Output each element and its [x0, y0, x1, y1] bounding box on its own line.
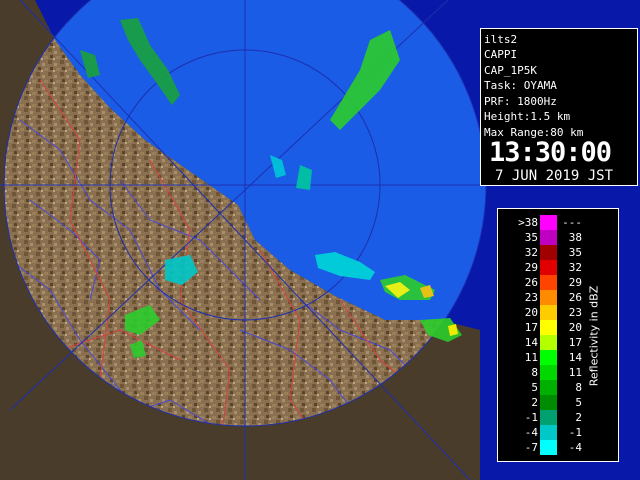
legend-color-swatch — [540, 290, 557, 305]
legend-lower-bound: 32 — [524, 246, 538, 259]
legend-row: -4 -1 — [498, 425, 618, 440]
legend-upper-bound: -4 — [568, 441, 582, 454]
legend-color-swatch — [540, 230, 557, 245]
legend-unit-label: Reflectivity in dBZ — [587, 285, 601, 387]
legend-color-swatch — [540, 305, 557, 320]
legend-color-swatch — [540, 395, 557, 410]
legend-color-swatch — [540, 365, 557, 380]
legend-lower-bound: 17 — [524, 321, 538, 334]
site-name: ilts2 — [484, 33, 518, 46]
legend-upper-bound: -1 — [568, 426, 582, 439]
legend-lower-bound: 23 — [524, 291, 538, 304]
legend-lower-bound: 5 — [531, 381, 538, 394]
legend-color-swatch — [540, 350, 557, 365]
legend-upper-bound: 2 — [575, 411, 582, 424]
legend-row: -7 -4 — [498, 440, 618, 455]
legend-lower-bound: 35 — [524, 231, 538, 244]
legend-lower-bound: -1 — [524, 411, 538, 424]
observation-time: 13:30:00 — [489, 137, 612, 168]
legend-upper-bound: 38 — [568, 231, 582, 244]
legend-upper-bound: 32 — [568, 261, 582, 274]
legend-upper-bound: 5 — [575, 396, 582, 409]
legend-upper-bound: 26 — [568, 291, 582, 304]
color-legend: >38 --- 35 38 32 35 29 32 26 29 23 26 20 23 17 20 14 17 11… — [497, 208, 619, 462]
legend-upper-bound: 20 — [568, 321, 582, 334]
task-label: Task: OYAMA — [484, 79, 557, 92]
legend-upper-bound: 23 — [568, 306, 582, 319]
legend-color-swatch — [540, 260, 557, 275]
legend-upper-bound: 29 — [568, 276, 582, 289]
legend-lower-bound: -4 — [524, 426, 538, 439]
height-label: Height:1.5 km — [484, 110, 571, 123]
legend-row: -1 2 — [498, 410, 618, 425]
legend-lower-bound: 29 — [524, 261, 538, 274]
legend-lower-bound: -7 — [524, 441, 538, 454]
legend-color-swatch — [540, 245, 557, 260]
legend-lower-bound: 20 — [524, 306, 538, 319]
legend-color-swatch — [540, 410, 557, 425]
legend-color-swatch — [540, 320, 557, 335]
product-name: CAPPI — [484, 48, 518, 61]
legend-row: 35 38 — [498, 230, 618, 245]
legend-color-swatch — [540, 335, 557, 350]
legend-lower-bound: >38 — [518, 216, 538, 229]
legend-lower-bound: 2 — [531, 396, 538, 409]
legend-upper-bound: 11 — [568, 366, 582, 379]
legend-row: 25 — [498, 395, 618, 410]
legend-upper-bound: 8 — [575, 381, 582, 394]
legend-color-swatch — [540, 275, 557, 290]
observation-date: 7 JUN 2019 JST — [495, 168, 614, 184]
legend-upper-bound: 17 — [568, 336, 582, 349]
legend-lower-bound: 14 — [524, 336, 538, 349]
product-code: CAP_1P5K — [484, 64, 537, 77]
legend-color-swatch — [540, 425, 557, 440]
prf-label: PRF: 1800Hz — [484, 95, 557, 108]
legend-lower-bound: 8 — [531, 366, 538, 379]
info-panel: ilts2 CAPPI CAP_1P5K Task: OYAMA PRF: 18… — [480, 28, 638, 186]
legend-lower-bound: 26 — [524, 276, 538, 289]
legend-row: 32 35 — [498, 245, 618, 260]
legend-upper-bound: 35 — [568, 246, 582, 259]
legend-row: 29 32 — [498, 260, 618, 275]
legend-color-swatch — [540, 215, 557, 230]
legend-color-swatch — [540, 440, 557, 455]
legend-upper-bound: --- — [562, 216, 582, 229]
legend-color-swatch — [540, 380, 557, 395]
legend-upper-bound: 14 — [568, 351, 582, 364]
legend-lower-bound: 11 — [524, 351, 538, 364]
legend-row: >38 --- — [498, 215, 618, 230]
